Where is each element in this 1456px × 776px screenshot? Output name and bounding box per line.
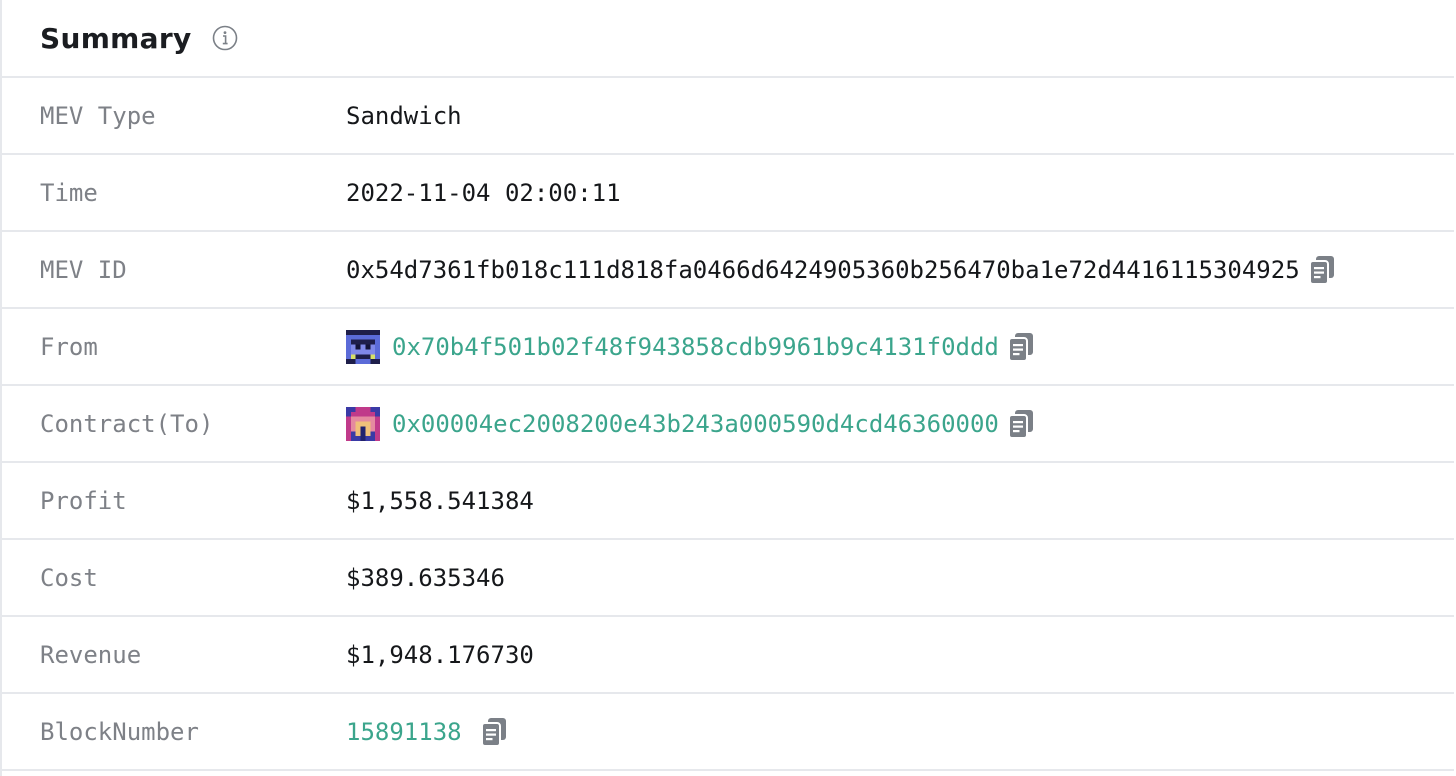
row-block-number: BlockNumber 15891138 bbox=[2, 694, 1454, 771]
mev-id-value: 0x54d7361fb018c111d818fa0466d6424905360b… bbox=[346, 255, 1300, 284]
row-cost: Cost $389.635346 bbox=[2, 540, 1454, 617]
mev-type-value: Sandwich bbox=[346, 101, 462, 130]
block-number-label: BlockNumber bbox=[40, 717, 199, 746]
row-from: From 0x70b4f501b02f48f943858cdb9961b9c41… bbox=[2, 309, 1454, 386]
profit-value: $1,558.541384 bbox=[346, 486, 534, 515]
mev-id-label: MEV ID bbox=[40, 255, 127, 284]
copy-icon[interactable] bbox=[1308, 255, 1336, 285]
revenue-label: Revenue bbox=[40, 640, 142, 669]
row-contract-to: Contract(To) 0x00004ec2008200e43b243a000… bbox=[2, 386, 1454, 463]
copy-icon[interactable] bbox=[1007, 332, 1035, 362]
row-mev-type: MEV Type Sandwich bbox=[2, 78, 1454, 155]
row-time: Time 2022-11-04 02:00:11 bbox=[2, 155, 1454, 232]
from-address-link[interactable]: 0x70b4f501b02f48f943858cdb9961b9c4131f0d… bbox=[392, 333, 999, 361]
contract-to-label: Contract(To) bbox=[40, 409, 214, 438]
summary-title: Summary bbox=[40, 21, 192, 55]
cost-label: Cost bbox=[40, 563, 98, 592]
contract-to-cell: 0x00004ec2008200e43b243a000590d4cd463600… bbox=[346, 406, 1454, 441]
identicon-avatar bbox=[346, 329, 380, 364]
from-label: From bbox=[40, 332, 98, 361]
time-label: Time bbox=[40, 178, 98, 207]
block-number-cell: 15891138 bbox=[346, 717, 1454, 747]
summary-header: Summary bbox=[2, 0, 1454, 78]
cost-value: $389.635346 bbox=[346, 563, 505, 592]
time-value: 2022-11-04 02:00:11 bbox=[346, 178, 621, 207]
mev-id-cell: 0x54d7361fb018c111d818fa0466d6424905360b… bbox=[346, 255, 1454, 285]
row-revenue: Revenue $1,948.176730 bbox=[2, 617, 1454, 694]
revenue-value: $1,948.176730 bbox=[346, 640, 534, 669]
copy-icon[interactable] bbox=[480, 717, 508, 747]
row-mev-id: MEV ID 0x54d7361fb018c111d818fa0466d6424… bbox=[2, 232, 1454, 309]
copy-icon[interactable] bbox=[1007, 409, 1035, 439]
from-cell: 0x70b4f501b02f48f943858cdb9961b9c4131f0d… bbox=[346, 329, 1454, 364]
info-icon[interactable] bbox=[212, 25, 238, 51]
contract-address-link[interactable]: 0x00004ec2008200e43b243a000590d4cd463600… bbox=[392, 410, 999, 438]
summary-card: Summary MEV Type Sandwich Time 2022-11-0… bbox=[0, 0, 1454, 776]
mev-type-label: MEV Type bbox=[40, 101, 156, 130]
block-number-link[interactable]: 15891138 bbox=[346, 718, 462, 746]
identicon-avatar bbox=[346, 406, 380, 441]
profit-label: Profit bbox=[40, 486, 127, 515]
row-profit: Profit $1,558.541384 bbox=[2, 463, 1454, 540]
